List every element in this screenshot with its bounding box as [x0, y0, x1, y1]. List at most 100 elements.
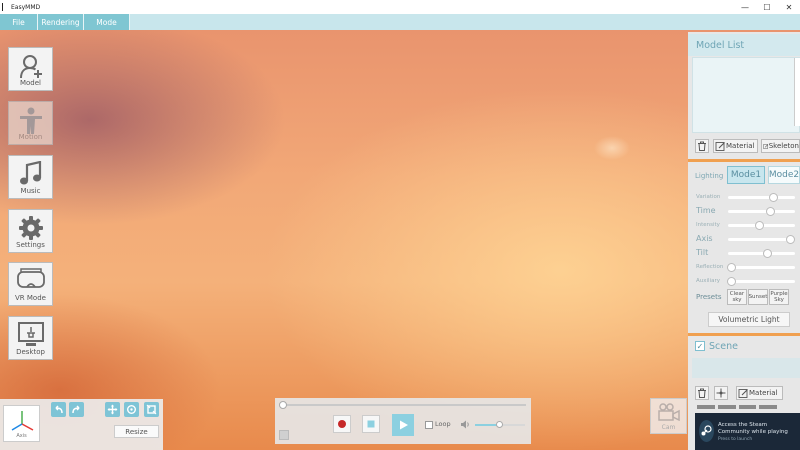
volume-slider-handle[interactable]	[496, 421, 503, 428]
preset-sunset-button[interactable]: Sunset	[748, 289, 768, 305]
menu-file[interactable]: File	[0, 14, 38, 30]
menu-mode[interactable]: Mode	[84, 14, 130, 30]
menu-rendering[interactable]: Rendering	[38, 14, 84, 30]
vr-headset-icon	[16, 268, 45, 288]
desktop-monitor-icon	[17, 322, 44, 346]
steam-notification-subtext: Press to launch	[717, 437, 753, 442]
motion-button[interactable]: Motion	[8, 101, 53, 145]
model-material-label: Material	[726, 142, 755, 150]
scene-checkbox[interactable]: ✓	[695, 341, 705, 351]
presets-label: Presets	[696, 293, 722, 301]
lighting-mode2-button[interactable]: Mode2	[768, 166, 800, 184]
motion-figure-icon	[19, 107, 42, 134]
move-tool-button[interactable]	[105, 402, 120, 417]
music-button[interactable]: Music	[8, 155, 53, 199]
loop-label: Loop	[435, 420, 451, 428]
model-button[interactable]: Model	[8, 47, 53, 91]
settings-button[interactable]: Settings	[8, 209, 53, 253]
music-label: Music	[20, 187, 41, 195]
record-button[interactable]	[333, 415, 351, 433]
stop-icon	[367, 420, 375, 428]
trash-icon	[698, 388, 706, 398]
3d-viewport[interactable]	[0, 30, 800, 450]
skeleton-label: Skeleton	[768, 142, 799, 150]
scene-title: Scene	[709, 341, 738, 352]
model-list[interactable]	[692, 57, 800, 133]
intensity-slider-label: Intensity	[696, 222, 720, 228]
steam-logo-icon	[699, 420, 714, 442]
scene-material-label: Material	[749, 389, 778, 397]
scene-move-button[interactable]	[714, 386, 728, 400]
axis-gizmo-icon	[11, 411, 34, 431]
variation-slider[interactable]	[728, 196, 795, 199]
scene-item-swatch[interactable]	[717, 405, 736, 409]
time-slider-label: Time	[696, 206, 716, 215]
skeleton-button[interactable]: Skeleton	[761, 139, 800, 153]
resize-button[interactable]: Resize	[114, 425, 159, 438]
intensity-slider-handle[interactable]	[755, 221, 764, 230]
delete-model-button[interactable]	[695, 139, 709, 153]
scene-material-button[interactable]: Material	[736, 386, 783, 400]
time-slider-handle[interactable]	[765, 207, 775, 216]
tilt-slider-handle[interactable]	[763, 249, 773, 258]
tilt-slider-label: Tilt	[696, 248, 709, 257]
auxiliary-slider[interactable]	[728, 280, 795, 283]
steam-notification-text: Access the Steam Community while playing	[717, 422, 788, 435]
volumetric-light-button[interactable]: Volumetric Light	[708, 312, 790, 327]
scene-item-swatch[interactable]	[738, 405, 757, 409]
rotate-icon	[127, 405, 136, 414]
lighting-mode1-button[interactable]: Mode1	[727, 166, 765, 184]
close-button[interactable]: ✕	[778, 0, 800, 14]
preset-purple-sky-button[interactable]: Purple Sky	[769, 289, 789, 305]
desktop-button[interactable]: Desktop	[8, 316, 53, 360]
scene-item-swatch[interactable]	[697, 405, 715, 409]
loop-checkbox[interactable]	[425, 421, 433, 429]
panel-divider	[688, 333, 800, 336]
axis-gizmo[interactable]: Axis	[3, 405, 40, 442]
scale-icon	[146, 404, 157, 415]
axis-slider-handle[interactable]	[786, 235, 795, 244]
camera-button[interactable]: Cam	[650, 398, 687, 434]
settings-label: Settings	[16, 241, 45, 249]
variation-slider-label: Variation	[696, 194, 721, 200]
variation-slider-handle[interactable]	[768, 193, 778, 202]
stop-button[interactable]	[362, 415, 380, 433]
axis-label: Axis	[16, 433, 27, 439]
model-list-scrollbar[interactable]	[794, 58, 800, 126]
model-label: Model	[19, 79, 42, 87]
timeline-track[interactable]	[283, 404, 526, 406]
time-slider[interactable]	[728, 210, 795, 213]
add-person-icon	[19, 55, 42, 79]
volume-icon[interactable]	[460, 419, 471, 430]
reflection-slider-label: Reflection	[696, 264, 724, 270]
tilt-slider[interactable]	[728, 252, 795, 255]
steam-notification[interactable]: Access the Steam Community while playing…	[695, 413, 800, 450]
play-button[interactable]	[392, 414, 414, 436]
redo-icon	[72, 405, 80, 414]
delete-scene-button[interactable]	[695, 386, 709, 400]
move-arrows-icon	[716, 388, 726, 398]
move-arrows-icon	[107, 404, 118, 415]
play-icon	[400, 420, 408, 430]
redo-button[interactable]	[69, 402, 84, 417]
scene-list[interactable]	[692, 358, 800, 378]
preset-clear-sky-button[interactable]: Clear sky	[727, 289, 747, 305]
playback-collapse-button[interactable]	[279, 430, 289, 440]
scale-tool-button[interactable]	[144, 402, 159, 417]
rotate-tool-button[interactable]	[124, 402, 139, 417]
video-camera-icon	[658, 403, 680, 421]
timeline-handle[interactable]	[279, 401, 287, 409]
window-title: EasyMMD	[11, 3, 41, 11]
undo-icon	[55, 405, 63, 414]
edit-icon	[715, 141, 725, 151]
vr-mode-button[interactable]: VR Mode	[8, 262, 53, 306]
maximize-button[interactable]: ☐	[756, 0, 778, 14]
undo-button[interactable]	[51, 402, 66, 417]
model-material-button[interactable]: Material	[713, 139, 758, 153]
scene-item-swatch[interactable]	[759, 405, 777, 409]
panel-divider	[688, 159, 800, 162]
axis-slider[interactable]	[728, 238, 795, 241]
reflection-slider[interactable]	[728, 266, 795, 269]
scene-item-strip	[697, 405, 777, 409]
minimize-button[interactable]: —	[734, 0, 756, 14]
